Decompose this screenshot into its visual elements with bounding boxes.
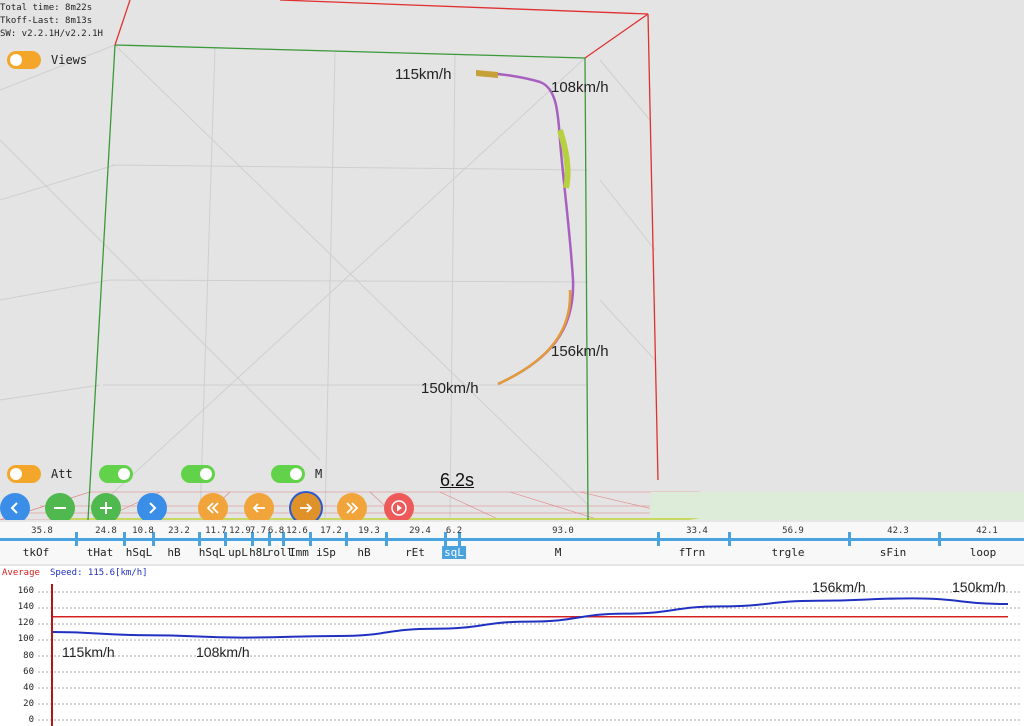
segment-tab[interactable]: hSqL: [126, 546, 153, 559]
segment-tick: [123, 532, 126, 546]
segment-value: 11.7: [205, 526, 227, 536]
speed-line: [51, 597, 1009, 639]
m-label: M: [315, 467, 323, 481]
double-right-icon[interactable]: [337, 493, 367, 520]
segment-tab[interactable]: trgle: [771, 546, 804, 559]
segment-tab[interactable]: Imm: [289, 546, 309, 559]
segment-tick: [848, 532, 851, 546]
segment-value: 19.3: [358, 526, 380, 536]
graph-speed-label: 115km/h: [62, 644, 115, 660]
chevron-right-icon[interactable]: [137, 493, 167, 520]
segment-value: 6.2: [445, 526, 463, 536]
segment-tab[interactable]: hSqL: [199, 546, 226, 559]
segment-tick: [385, 532, 388, 546]
info-total-time: Total time: 8m22s: [0, 3, 93, 13]
segment-tab[interactable]: sFin: [880, 546, 907, 559]
scene-speed-label: 108km/h: [551, 79, 609, 96]
segment-value: 7.7: [249, 526, 267, 536]
segment-tick: [75, 532, 78, 546]
graph-speed-label: 156km/h: [812, 579, 866, 595]
segment-tab[interactable]: upL: [228, 546, 248, 559]
segment-tab[interactable]: hB: [357, 546, 370, 559]
plus-icon[interactable]: [91, 493, 121, 520]
segment-value: 24.8: [95, 526, 117, 536]
segment-timeline[interactable]: 35.8 24.8 10.8 23.2 11.7 12.9 7.7 6.8 12…: [0, 522, 1024, 564]
speed-graph: Average Speed: 115.6[km/h] 160 140 120 1…: [0, 566, 1024, 726]
double-left-icon[interactable]: [198, 493, 228, 520]
segment-tab[interactable]: loop: [970, 546, 997, 559]
time-display: 6.2s: [440, 470, 475, 490]
segment-value: 93.0: [552, 526, 574, 536]
segment-tick: [309, 532, 312, 546]
views-label: Views: [51, 53, 88, 67]
graph-speed-label: 150km/h: [952, 579, 1006, 595]
segment-tab-active[interactable]: sqL: [442, 546, 466, 559]
segment-value: 35.8: [31, 526, 53, 536]
info-tkoff-last: Tkoff-Last: 8m13s: [0, 16, 93, 26]
segment-value: 29.4: [409, 526, 431, 536]
segment-tick: [657, 532, 660, 546]
segment-tab[interactable]: tkOf: [23, 546, 50, 559]
segment-tick: [938, 532, 941, 546]
segment-tab[interactable]: hB: [167, 546, 180, 559]
toggle-3[interactable]: [181, 465, 215, 483]
segment-tab[interactable]: fTrn: [679, 546, 706, 559]
graph-speed-label: 108km/h: [196, 644, 250, 660]
segment-value: 42.3: [887, 526, 909, 536]
m-toggle[interactable]: [271, 465, 305, 483]
scene-speed-label: 156km/h: [551, 343, 609, 360]
toggle-2[interactable]: [99, 465, 133, 483]
arrow-left-icon[interactable]: [244, 493, 274, 520]
segment-tab[interactable]: iSp: [316, 546, 336, 559]
att-toggle[interactable]: [7, 465, 41, 483]
speed-chart: [38, 584, 1020, 726]
segment-value: 6.8: [267, 526, 285, 536]
segment-value: 33.4: [686, 526, 708, 536]
play-icon[interactable]: [384, 493, 414, 520]
segment-value: 23.2: [168, 526, 190, 536]
segment-tab[interactable]: M: [555, 546, 562, 559]
segment-tick: [345, 532, 348, 546]
scene-speed-label: 115km/h: [395, 66, 452, 83]
info-sw-version: SW: v2.2.1H/v2.2.1H: [0, 29, 103, 39]
chevron-left-icon[interactable]: [0, 493, 30, 520]
segment-value: 12.6: [286, 526, 308, 536]
3d-viewport[interactable]: Total time: 8m22s Tkoff-Last: 8m13s SW: …: [0, 0, 1024, 520]
segment-tab[interactable]: rEt: [405, 546, 425, 559]
segment-value: 12.9: [229, 526, 251, 536]
segment-value: 17.2: [320, 526, 342, 536]
flight-scene: [0, 0, 1024, 520]
minus-icon[interactable]: [45, 493, 75, 520]
arrow-right-icon[interactable]: [291, 493, 321, 520]
scene-speed-label: 150km/h: [421, 380, 479, 397]
segment-value: 56.9: [782, 526, 804, 536]
segment-value: 42.1: [976, 526, 998, 536]
views-toggle[interactable]: [7, 51, 41, 69]
segment-tab[interactable]: tHat: [87, 546, 114, 559]
att-label: Att: [51, 467, 73, 481]
segment-tick: [198, 532, 201, 546]
segment-tick: [728, 532, 731, 546]
segment-value: 10.8: [132, 526, 154, 536]
